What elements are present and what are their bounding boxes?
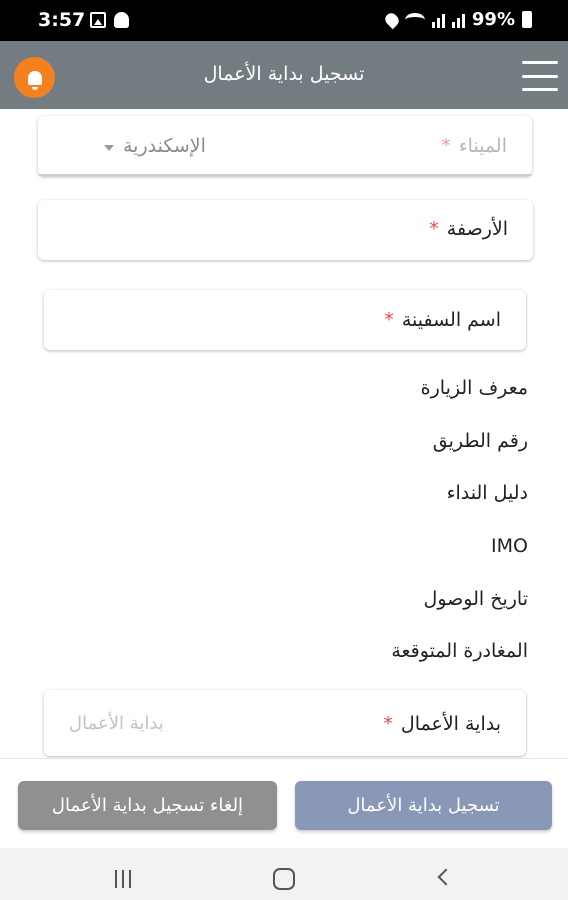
port-dropdown[interactable]: الميناء * الإسكندرية — [38, 116, 532, 176]
status-notification-icons — [90, 12, 129, 28]
ghost-icon — [114, 12, 129, 28]
work-start-label: بداية الأعمال * — [383, 713, 501, 735]
signal-icon — [431, 12, 445, 28]
home-icon[interactable] — [273, 868, 295, 890]
cancel-work-start-button[interactable]: إلغاء تسجيل بداية الأعمال — [18, 781, 277, 830]
berths-field[interactable]: الأرصفة * — [38, 200, 533, 260]
notifications-button[interactable] — [14, 57, 55, 98]
system-nav-bar — [0, 848, 568, 900]
berths-label: الأرصفة * — [429, 218, 508, 240]
wifi-icon — [404, 12, 425, 27]
ship-name-label: اسم السفينة * — [384, 309, 501, 331]
status-time: 3:57 — [38, 9, 86, 31]
port-value: الإسكندرية — [123, 135, 206, 157]
arrival-date-label: تاريخ الوصول — [423, 588, 528, 610]
status-bar: 3:57 99% — [0, 0, 568, 41]
app-bar: تسجيل بداية الأعمال — [0, 41, 568, 109]
divider — [0, 758, 568, 759]
submit-work-start-button[interactable]: تسجيل بداية الأعمال — [295, 781, 552, 830]
visit-id-label: معرف الزيارة — [420, 377, 528, 399]
ship-name-field[interactable]: اسم السفينة * — [44, 290, 526, 350]
expected-departure-label: المغادرة المتوقعة — [391, 640, 528, 662]
chevron-down-icon — [104, 145, 114, 151]
port-label: الميناء * — [441, 135, 507, 157]
back-icon[interactable] — [437, 868, 455, 886]
page-title: تسجيل بداية الأعمال — [203, 63, 365, 85]
signal-icon — [451, 12, 465, 28]
location-icon — [382, 10, 402, 29]
dropdown-underline — [38, 174, 532, 176]
menu-button[interactable] — [522, 61, 558, 91]
imo-label: IMO — [491, 535, 528, 557]
route-number-label: رقم الطريق — [432, 430, 528, 452]
work-start-field[interactable]: بداية الأعمال * بداية الأعمال — [44, 690, 526, 756]
call-sign-label: دليل النداء — [446, 482, 528, 504]
bell-icon — [27, 70, 42, 90]
menu-icon — [522, 61, 558, 64]
gallery-icon — [90, 12, 106, 28]
battery-percent: 99% — [471, 9, 515, 30]
battery-icon — [522, 11, 532, 28]
work-start-placeholder: بداية الأعمال — [69, 713, 164, 734]
recents-icon[interactable] — [115, 870, 131, 888]
status-system-icons: 99% — [382, 9, 532, 30]
